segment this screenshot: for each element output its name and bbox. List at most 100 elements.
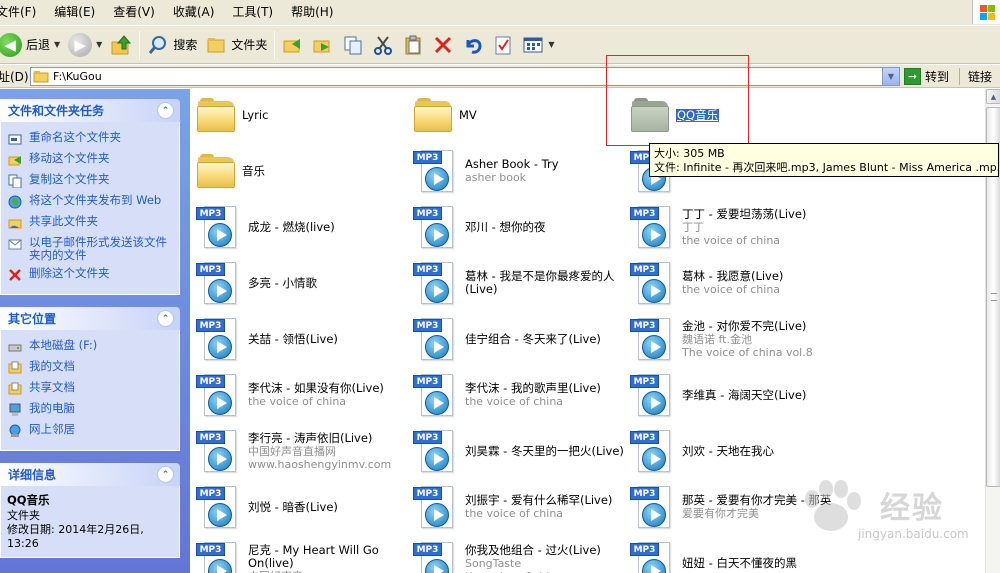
menu-tools[interactable]: 工具(T) xyxy=(223,0,282,25)
mp3-file-item[interactable]: MP3 关喆 - 领悟(Live) xyxy=(196,313,411,365)
mp3-file-item[interactable]: MP3 邓川 - 想你的夜 xyxy=(413,201,628,253)
file-subtitle: www.haoshengyinmv.com xyxy=(248,457,392,471)
mp3-file-item[interactable]: MP3 金池 - 对你爱不完(Live) 魏语诺 ft.金池 The voice of… xyxy=(630,313,845,365)
go-button[interactable]: ➞ 转到 xyxy=(904,67,949,85)
mp3-file-item[interactable]: MP3 李维真 - 海阔天空(Live) xyxy=(630,369,845,421)
mp3-file-item[interactable]: MP3 刘昊霖 - 冬天里的一把火(Live) xyxy=(413,425,628,477)
links-button[interactable]: 链接 xyxy=(959,67,992,85)
move-to-button[interactable] xyxy=(278,29,308,61)
search-button[interactable]: 搜索 xyxy=(143,29,201,61)
forward-button[interactable]: ▶ ▼ xyxy=(64,29,106,61)
address-input[interactable]: F:\KuGou ▼ xyxy=(30,66,900,86)
menu-edit[interactable]: 编辑(E) xyxy=(45,0,104,25)
task-move-folder[interactable]: 移动这个文件夹 xyxy=(7,152,175,168)
highlight-box xyxy=(606,55,749,146)
folder-item[interactable]: 音乐 xyxy=(196,145,411,197)
collapse-chevron-icon[interactable]: ⌃ xyxy=(157,466,174,483)
place-network[interactable]: 网上邻居 xyxy=(7,423,175,439)
mp3-file-icon: MP3 xyxy=(196,316,242,362)
place-label: 共享文档 xyxy=(29,380,75,394)
chevron-down-icon[interactable]: ▼ xyxy=(54,40,60,49)
place-my-computer[interactable]: 我的电脑 xyxy=(7,402,175,418)
file-text: Lyric xyxy=(242,108,268,122)
task-publish-web[interactable]: 将这个文件夹发布到 Web xyxy=(7,194,175,210)
file-subtitle: The voice of china vol.8 xyxy=(682,345,813,359)
chevron-down-icon[interactable]: ▼ xyxy=(548,40,554,49)
mp3-file-item[interactable]: MP3 葛林 - 我愿意(Live) the voice of china xyxy=(630,257,845,309)
place-shared-documents[interactable]: 共享文档 xyxy=(7,381,175,397)
file-subtitle: the voice of china xyxy=(248,395,347,408)
back-button[interactable]: ◀ 后退 ▼ xyxy=(0,29,64,61)
mp3-file-item[interactable]: MP3 成龙 - 燃烧(live) xyxy=(196,201,411,253)
tooltip-files: 文件: Infinite - 再次回来吧.mp3, James Blunt - … xyxy=(654,161,999,174)
grip-icon xyxy=(991,293,997,301)
computer-icon xyxy=(7,402,23,418)
mp3-file-item[interactable]: MP3 李代沫 - 如果没有你(Live) the voice of china xyxy=(196,369,411,421)
file-name: 刘昊霖 - 冬天里的一把火(Live) xyxy=(465,443,624,458)
mp3-file-item[interactable]: MP3 李行亮 - 涛声依旧(Live) 中国好声音直播网 www.haoshengy… xyxy=(196,425,411,477)
file-name: 葛林 - 我愿意(Live) xyxy=(682,269,784,283)
task-delete-folder[interactable]: 删除这个文件夹 xyxy=(7,267,175,283)
menu-file[interactable]: 文件(F) xyxy=(0,0,45,25)
back-arrow-icon: ◀ xyxy=(0,32,22,57)
chevron-down-icon[interactable]: ▼ xyxy=(96,40,102,49)
panel-header[interactable]: 详细信息 ⌃ xyxy=(0,463,180,486)
undo-icon xyxy=(462,34,484,56)
mp3-file-item[interactable]: MP3 葛林 - 我是不是你最疼爱的人(Live) xyxy=(413,257,628,309)
undo-button[interactable] xyxy=(458,29,488,61)
mp3-file-item[interactable]: MP3尼克 - My Heart Will Go On(live)中国好声音 xyxy=(196,537,411,573)
cut-button[interactable] xyxy=(368,29,398,61)
address-dropdown-icon[interactable]: ▼ xyxy=(882,67,899,85)
views-button[interactable]: ▼ xyxy=(518,29,558,61)
mp3-file-item[interactable]: MP3 刘悦 - 暗香(Live) xyxy=(196,481,411,533)
paste-button[interactable] xyxy=(398,29,428,61)
task-rename-folder[interactable]: 重命名这个文件夹 xyxy=(7,131,175,147)
delete-icon xyxy=(7,267,23,283)
scroll-up-icon[interactable]: ▲ xyxy=(986,89,1000,104)
task-label: 将这个文件夹发布到 Web xyxy=(29,193,162,207)
menu-help[interactable]: 帮助(H) xyxy=(282,0,342,25)
properties-button[interactable] xyxy=(488,29,518,61)
mp3-file-item[interactable]: MP3 多亮 - 小情歌 xyxy=(196,257,411,309)
copy-button[interactable] xyxy=(338,29,368,61)
file-text: 金池 - 对你爱不完(Live) 魏语诺 ft.金池 The voice of ch… xyxy=(682,319,813,359)
mp3-file-item[interactable]: MP3 刘振宇 - 爱有什么稀罕(Live) the voice of china xyxy=(413,481,628,533)
place-local-disk[interactable]: 本地磁盘 (F:) xyxy=(7,339,175,355)
file-text: 李代沫 - 我的歌声里(Live) the voice of china xyxy=(465,382,601,409)
folder-icon xyxy=(196,97,236,133)
mp3-file-icon: MP3 xyxy=(630,372,676,418)
mp3-file-item[interactable]: MP3 佳宁组合 - 冬天来了(Live) xyxy=(413,313,628,365)
copy-to-button[interactable] xyxy=(308,29,338,61)
watermark-url: jingyan.baidu.com xyxy=(858,527,969,541)
task-label: 删除这个文件夹 xyxy=(29,266,110,280)
task-label: 共享此文件夹 xyxy=(29,214,98,228)
mp3-file-item[interactable]: MP3 李代沫 - 我的歌声里(Live) the voice of china xyxy=(413,369,628,421)
publish-web-icon xyxy=(7,194,23,210)
go-arrow-icon: ➞ xyxy=(904,67,921,85)
menu-view[interactable]: 查看(V) xyxy=(104,0,164,25)
folder-item[interactable]: MV xyxy=(413,89,628,141)
up-folder-button[interactable] xyxy=(106,29,136,61)
collapse-chevron-icon[interactable]: ⌃ xyxy=(157,102,174,119)
file-text: 成龙 - 燃烧(live) xyxy=(248,220,335,234)
folder-item[interactable]: Lyric xyxy=(196,89,411,141)
panel-header[interactable]: 文件和文件夹任务 ⌃ xyxy=(0,99,180,122)
place-my-documents[interactable]: 我的文档 xyxy=(7,360,175,376)
folders-button[interactable]: 文件夹 xyxy=(201,29,271,61)
folder-icon xyxy=(33,70,49,82)
panel-header[interactable]: 其它位置 ⌃ xyxy=(0,307,180,330)
mp3-file-item[interactable]: MP3你我及他组合 - 过火(Live)SongTastethe voice o… xyxy=(413,537,628,573)
address-label: 址(D) xyxy=(0,69,29,84)
mp3-file-item[interactable]: MP3 丁丁 - 爱要坦荡荡(Live) 丁丁 the voice of china xyxy=(630,201,845,253)
collapse-chevron-icon[interactable]: ⌃ xyxy=(157,310,174,327)
task-email-files[interactable]: 以电子邮件形式发送该文件夹内的文件 xyxy=(7,236,175,262)
file-text: 关喆 - 领悟(Live) xyxy=(248,332,338,346)
menu-favorites[interactable]: 收藏(A) xyxy=(164,0,224,25)
mp3-file-icon: MP3 xyxy=(630,204,676,250)
delete-button[interactable] xyxy=(428,29,458,61)
mp3-file-item[interactable]: MP3 刘欢 - 天地在我心 xyxy=(630,425,845,477)
mp3-file-item[interactable]: MP3 Asher Book - Try asher book xyxy=(413,145,628,197)
place-label: 本地磁盘 (F:) xyxy=(29,338,98,352)
task-copy-folder[interactable]: 复制这个文件夹 xyxy=(7,173,175,189)
task-share-folder[interactable]: 共享此文件夹 xyxy=(7,215,175,231)
